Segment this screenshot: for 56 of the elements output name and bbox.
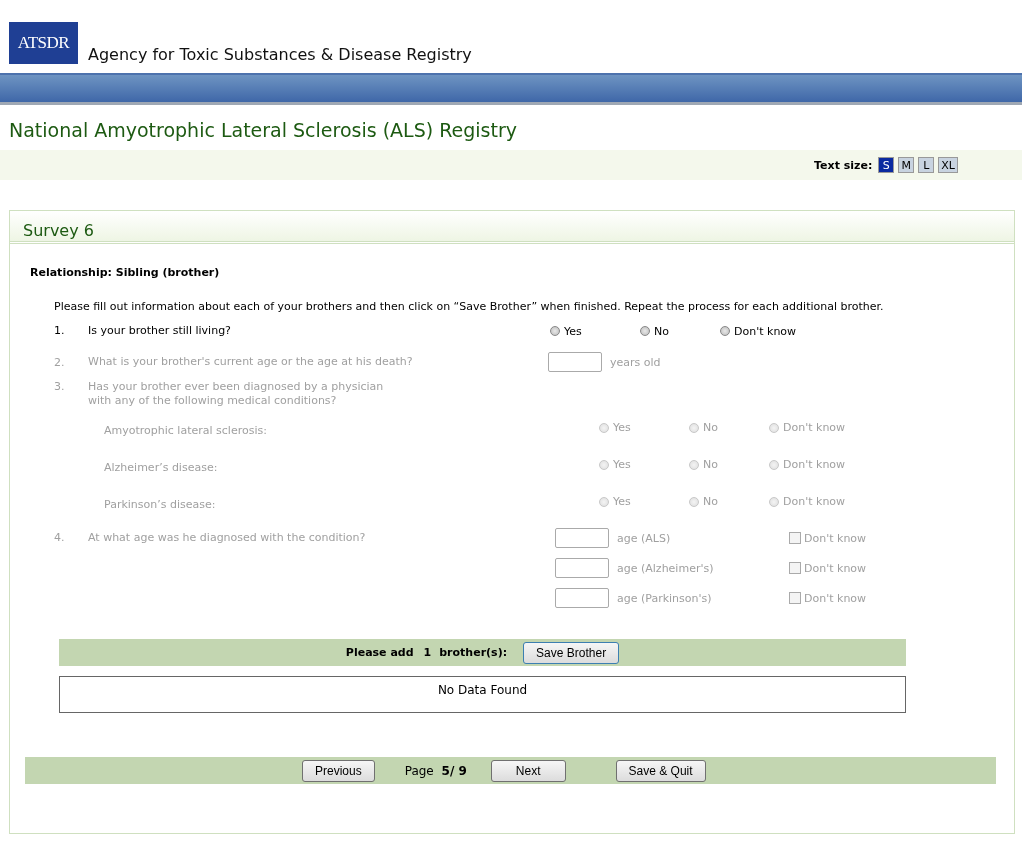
agency-name: Agency for Toxic Substances & Disease Registry [88,45,472,64]
instructions-text: Please fill out information about each of your brothers and then click on “Save Brother” when finished. Repeat the process for each additional brother. [53,299,884,314]
radio-label: Don't know [734,324,797,338]
radio-label: Yes [613,495,631,508]
question-text: Is your brother still living? [88,324,232,338]
field-suffix: age (Parkinson's) [617,591,713,605]
save-quit-button[interactable]: Save & Quit [615,759,706,782]
age-input-field[interactable] [555,528,609,548]
age-input-field[interactable] [548,352,602,372]
radio-label: No [703,495,718,508]
add-prompt-suffix: brother(s): [439,646,508,659]
text-size-button[interactable]: L [918,157,935,173]
radio-button[interactable] [550,326,560,336]
radio-label: No [703,421,718,434]
agency-logo: ATSDR [9,22,78,64]
condition-label: Amyotrophic lateral sclerosis: [104,424,268,437]
field-suffix: age (Alzheimer's) [617,561,715,575]
registry-title: National Amyotrophic Lateral Sclerosis (ALS) Registry [8,118,518,139]
age-input-field[interactable] [555,588,609,608]
age-input-field[interactable] [555,558,609,578]
question-text: Has your brother ever been diagnosed by a physician with any of the following medical conditions? [88,380,385,408]
radio-label: Don't know [783,421,846,434]
save-brother-button[interactable]: Save Brother [523,641,620,664]
question-number: 3. [54,380,66,395]
checkbox-label: Don't know [804,591,867,605]
text-size-button[interactable]: S [878,157,895,173]
relationship-heading: Relationship: Sibling (brother) [29,265,221,279]
checkbox-label: Don't know [804,561,867,575]
previous-button[interactable]: Previous [302,759,375,782]
radio-label: Yes [613,458,631,471]
question-number: 1. [54,324,66,338]
field-suffix: years old [610,355,661,369]
text-size-button[interactable]: XL [938,157,958,173]
question-text: At what age was he diagnosed with the condition? [88,531,367,546]
radio-label: No [703,458,718,471]
radio-button[interactable] [720,326,730,336]
empty-table-message: No Data Found [59,676,906,713]
field-suffix: age (ALS) [617,531,672,545]
radio-label: Yes [613,421,631,434]
condition-label: Alzheimer’s disease: [104,461,219,474]
radio-label: No [654,324,669,338]
question-text: What is your brother's current age or the age at his death? [88,355,414,369]
condition-label: Parkinson’s disease: [104,498,217,511]
brother-count: 1 [423,646,432,659]
next-button[interactable]: Next [490,759,566,782]
add-prompt: Please add [345,646,414,659]
text-size-label: Text size: [814,158,873,172]
question-number: 4. [54,531,66,546]
radio-button[interactable] [640,326,650,336]
page-indicator: Page 5/ 9 [404,763,467,778]
checkbox-label: Don't know [804,531,867,545]
question-number: 2. [54,355,66,369]
radio-label: Don't know [783,495,846,508]
radio-label: Don't know [783,458,846,471]
text-size-button[interactable]: M [898,157,915,173]
radio-label: Yes [564,324,582,338]
